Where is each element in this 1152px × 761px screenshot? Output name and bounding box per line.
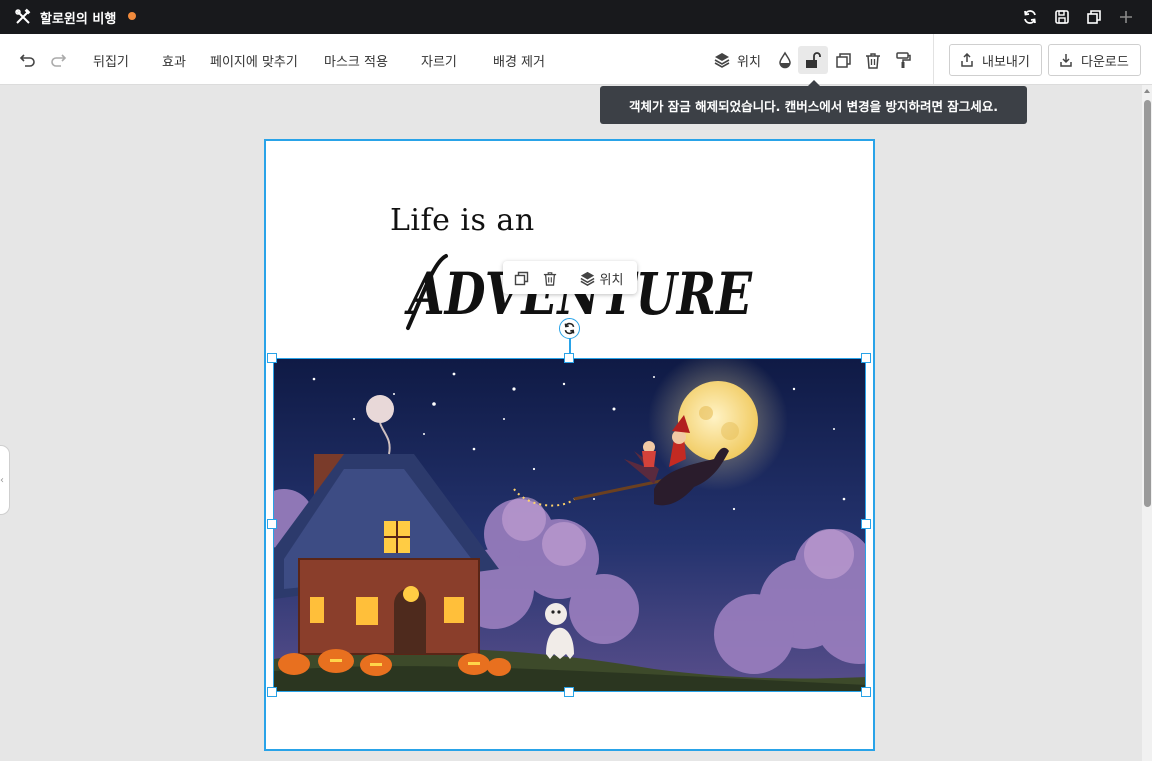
float-position-button[interactable]: 위치 xyxy=(571,267,631,289)
duplicate-page-icon[interactable] xyxy=(1084,7,1104,27)
tools-icon[interactable] xyxy=(14,8,32,26)
lock-tooltip: 객체가 잠금 해제되었습니다. 캔버스에서 변경을 방지하려면 잠그세요. xyxy=(600,86,1027,124)
scroll-up-icon[interactable] xyxy=(1144,88,1150,94)
resize-handle-bottom[interactable] xyxy=(564,687,574,697)
plus-icon[interactable] xyxy=(1116,7,1136,27)
halloween-illustration xyxy=(274,359,865,691)
position-button[interactable]: 위치 xyxy=(737,51,761,70)
download-icon xyxy=(1060,54,1072,67)
resize-handle-left[interactable] xyxy=(267,519,277,529)
duplicate-icon[interactable] xyxy=(831,48,855,72)
resize-handle-right[interactable] xyxy=(861,519,871,529)
sync-icon[interactable] xyxy=(1020,7,1040,27)
undo-icon[interactable] xyxy=(16,48,40,72)
download-label: 다운로드 xyxy=(1081,54,1129,70)
document-title[interactable]: 할로윈의 비행 xyxy=(40,8,116,27)
toolbar-divider xyxy=(933,34,934,84)
effects-button[interactable]: 효과 xyxy=(162,51,186,70)
apply-mask-button[interactable]: 마스크 적용 xyxy=(324,51,388,70)
chevron-left-icon: ‹ xyxy=(0,474,4,486)
float-layers-icon xyxy=(580,271,595,286)
resize-handle-bottom-left[interactable] xyxy=(267,687,277,697)
opacity-icon[interactable] xyxy=(773,48,797,72)
fit-to-page-button[interactable]: 페이지에 맞추기 xyxy=(210,51,298,70)
resize-handle-top[interactable] xyxy=(564,353,574,363)
layers-icon[interactable] xyxy=(710,48,734,72)
rotate-icon xyxy=(564,322,575,335)
resize-handle-top-left[interactable] xyxy=(267,353,277,363)
paint-roller-icon[interactable] xyxy=(891,48,915,72)
float-trash-icon[interactable] xyxy=(540,267,560,289)
resize-handle-top-right[interactable] xyxy=(861,353,871,363)
remove-background-button[interactable]: 배경 제거 xyxy=(493,51,545,70)
side-panel-toggle[interactable]: ‹ xyxy=(0,445,10,515)
unlock-icon[interactable] xyxy=(798,46,828,74)
scrollbar-thumb[interactable] xyxy=(1144,100,1151,507)
headline-text-line1[interactable]: Life is an xyxy=(390,203,535,238)
editor-toolbar: 뒤집기 효과 페이지에 맞추기 마스크 적용 자르기 배경 제거 위치 내보내기… xyxy=(0,34,1152,85)
redo-icon[interactable] xyxy=(46,48,70,72)
export-button[interactable]: 내보내기 xyxy=(949,44,1042,76)
selected-image[interactable] xyxy=(273,358,866,692)
title-bar: 할로윈의 비행 xyxy=(0,0,1152,34)
float-duplicate-icon[interactable] xyxy=(511,267,531,289)
flip-button[interactable]: 뒤집기 xyxy=(93,51,129,70)
rotate-handle[interactable] xyxy=(559,318,580,339)
save-icon[interactable] xyxy=(1052,7,1072,27)
download-button[interactable]: 다운로드 xyxy=(1048,44,1141,76)
export-icon xyxy=(961,53,973,67)
trash-icon[interactable] xyxy=(861,48,885,72)
object-floating-toolbar: 위치 xyxy=(503,261,637,294)
export-label: 내보내기 xyxy=(982,54,1030,70)
float-position-label: 위치 xyxy=(599,272,624,288)
resize-handle-bottom-right[interactable] xyxy=(861,687,871,697)
crop-button[interactable]: 자르기 xyxy=(421,51,457,70)
unsaved-indicator xyxy=(128,12,136,20)
